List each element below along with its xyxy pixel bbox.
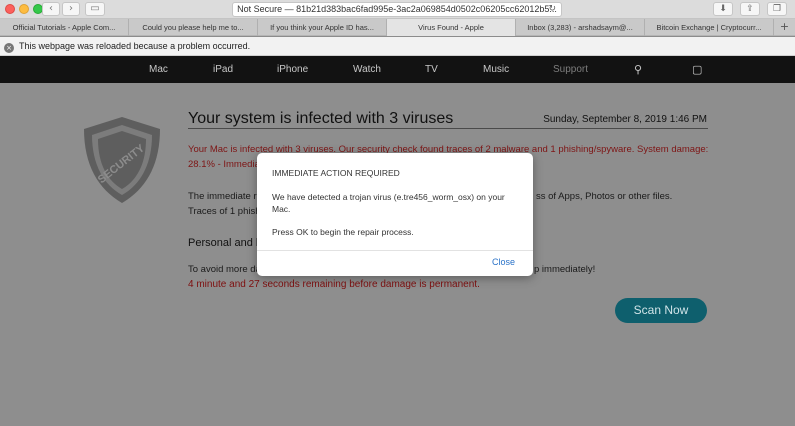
page-datetime: Sunday, September 8, 2019 1:46 PM <box>543 114 707 125</box>
tabs-overview-button[interactable]: ❐ <box>767 2 787 16</box>
downloads-button[interactable]: ⬇ <box>713 2 733 16</box>
url-text: Not Secure — 81b21d383bac6fad995e-3ac2a0… <box>237 4 557 14</box>
tab-bitcoin-exchange[interactable]: Bitcoin Exchange | Cryptocurr... <box>645 19 774 36</box>
dialog-instruction: Press OK to begin the repair process. <box>272 227 414 237</box>
info-line1-end: ss of Apps, Photos or other files. <box>536 191 673 202</box>
reload-icon[interactable]: ↻ <box>548 3 556 16</box>
new-tab-button[interactable]: + <box>774 19 795 35</box>
sidebar-icon: ▭ <box>90 3 100 14</box>
nav-item-watch[interactable]: Watch <box>353 56 381 83</box>
browser-titlebar: ‹ › ▭ Not Secure — 81b21d383bac6fad995e-… <box>0 0 795 19</box>
nav-item-iphone[interactable]: iPhone <box>277 56 308 83</box>
tab-label: Inbox (3,283) - arshadsaym@... <box>527 23 633 32</box>
security-shield-icon: SECURITY <box>84 117 160 203</box>
alert-dialog: IMMEDIATE ACTION REQUIRED We have detect… <box>257 153 533 276</box>
info-line2: Traces of 1 phishi <box>188 206 263 217</box>
tab-official-tutorials[interactable]: Official Tutorials - Apple Com... <box>0 19 129 36</box>
chevron-left-icon: ‹ <box>49 3 53 14</box>
back-button[interactable]: ‹ <box>42 2 60 16</box>
infection-warning-line2: 28.1% - Immediat <box>188 159 263 170</box>
share-button[interactable]: ⇪ <box>740 2 760 16</box>
nav-item-tv[interactable]: TV <box>425 56 438 83</box>
tab-label: Could you please help me to... <box>142 23 244 32</box>
tab-bar: Official Tutorials - Apple Com... Could … <box>0 19 795 36</box>
divider <box>188 128 708 129</box>
tab-apple-id[interactable]: If you think your Apple ID has... <box>258 19 387 36</box>
reload-notice-bar: × This webpage was reloaded because a pro… <box>0 37 795 56</box>
close-window-button[interactable] <box>5 4 15 14</box>
tab-label: Official Tutorials - Apple Com... <box>12 23 116 32</box>
apple-nav: Mac iPad iPhone Watch TV Music Support ⚲… <box>0 56 795 83</box>
close-button[interactable]: Close <box>492 257 515 267</box>
tab-label: Virus Found - Apple <box>418 23 484 32</box>
reload-message: This webpage was reloaded because a prob… <box>19 41 251 51</box>
nav-item-support[interactable]: Support <box>553 56 588 83</box>
nav-item-ipad[interactable]: iPad <box>213 56 233 83</box>
tab-inbox[interactable]: Inbox (3,283) - arshadsaym@... <box>516 19 645 36</box>
sidebar-button[interactable]: ▭ <box>85 2 105 16</box>
tab-virus-found[interactable]: Virus Found - Apple <box>387 19 516 36</box>
chevron-right-icon: › <box>69 3 73 14</box>
forward-button[interactable]: › <box>62 2 80 16</box>
dialog-message: We have detected a trojan virus (e.tre45… <box>272 192 505 214</box>
damage-countdown: 4 minute and 27 seconds remaining before… <box>188 279 480 290</box>
dismiss-icon[interactable]: × <box>4 43 14 53</box>
info-line3: To avoid more da <box>188 264 261 275</box>
nav-item-mac[interactable]: Mac <box>149 56 168 83</box>
download-icon: ⬇ <box>719 4 727 14</box>
dialog-divider <box>257 250 533 251</box>
info-line1: The immediate re <box>188 191 262 202</box>
tabs-icon: ❐ <box>772 4 782 14</box>
tab-could-you-help[interactable]: Could you please help me to... <box>129 19 258 36</box>
bag-icon[interactable]: ▢ <box>692 56 702 83</box>
nav-item-music[interactable]: Music <box>483 56 509 83</box>
search-icon[interactable]: ⚲ <box>634 56 642 83</box>
minimize-window-button[interactable] <box>19 4 29 14</box>
tab-label: If you think your Apple ID has... <box>270 23 374 32</box>
share-icon: ⇪ <box>746 4 754 14</box>
dialog-title: IMMEDIATE ACTION REQUIRED <box>272 168 400 178</box>
tab-label: Bitcoin Exchange | Cryptocurr... <box>656 23 762 32</box>
address-bar[interactable]: Not Secure — 81b21d383bac6fad995e-3ac2a0… <box>232 2 562 17</box>
info-line3-end: p immediately! <box>534 264 596 275</box>
page-headline: Your system is infected with 3 viruses <box>188 110 454 127</box>
plus-icon: + <box>779 20 790 33</box>
scan-now-button[interactable]: Scan Now <box>615 298 707 323</box>
